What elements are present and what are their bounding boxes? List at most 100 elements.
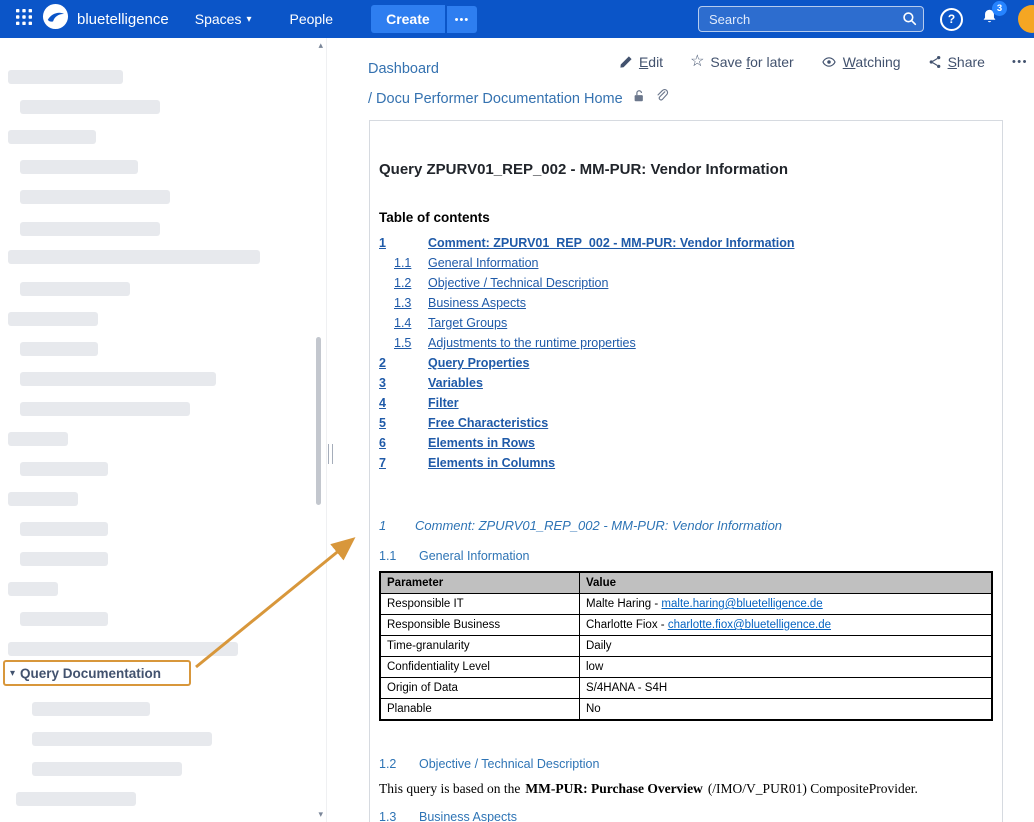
watching-label: Watching [843,54,901,70]
create-button[interactable]: Create [371,5,445,33]
toc-number-link[interactable]: 5 [379,416,428,430]
toc-link[interactable]: Business Aspects [428,296,526,310]
email-link[interactable]: malte.haring@bluetelligence.de [661,598,822,610]
toc-entry: 1.5Adjustments to the runtime properties [379,333,993,353]
section-heading-1: 1 Comment: ZPURV01_REP_002 - MM-PUR: Ven… [379,518,993,533]
sidebar-skeleton-item [8,432,68,446]
more-actions-button[interactable]: ••• [1012,56,1028,68]
value-cell: Charlotte Fiox - charlotte.fiox@bluetell… [580,615,993,636]
toc-entry: 7Elements in Columns [379,453,993,473]
toc-number-link[interactable]: 2 [379,356,428,370]
sidebar-skeleton-item [20,522,108,536]
table-row: Responsible IT Malte Haring - malte.hari… [380,594,992,615]
toc-link[interactable]: Comment: ZPURV01_REP_002 - MM-PUR: Vendo… [428,236,795,250]
breadcrumb-dashboard-link[interactable]: Dashboard [368,61,439,77]
toc-number-link[interactable]: 1.4 [379,316,428,330]
permissions-lock-icon[interactable] [632,84,646,114]
toc-entry: 1.3Business Aspects [379,293,993,313]
attachments-paperclip-icon[interactable] [655,84,669,114]
toc-number-link[interactable]: 6 [379,436,428,450]
toc-link[interactable]: Target Groups [428,316,507,330]
email-link[interactable]: charlotte.fiox@bluetelligence.de [668,619,831,631]
create-more-button[interactable]: ••• [447,6,478,33]
nav-spaces-label: Spaces [195,11,242,27]
sidebar-scrollbar-thumb[interactable] [316,337,321,505]
notifications-bell-icon[interactable]: 3 [981,8,998,30]
sidebar-resize-handle[interactable] [328,444,333,464]
toc-entry: 5Free Characteristics [379,413,993,433]
section-number: 1.1 [379,549,419,563]
toc-entry: 2Query Properties [379,353,993,373]
toc-link[interactable]: Filter [428,396,459,410]
nav-spaces[interactable]: Spaces ▾ [195,11,252,27]
search-input[interactable] [698,6,924,32]
section-number: 1.2 [379,757,419,771]
sidebar-scroll-down-icon[interactable]: ▾ [318,810,323,819]
help-icon[interactable]: ? [940,8,963,31]
sidebar-scroll-up-icon[interactable]: ▴ [318,41,323,50]
column-header: Value [580,572,993,594]
search-icon[interactable] [902,11,917,31]
table-row: Confidentiality Level low [380,657,992,678]
breadcrumb-page-link[interactable]: / Docu Performer Documentation Home [368,84,623,114]
sidebar-skeleton-item [20,342,98,356]
section-title: Comment: ZPURV01_REP_002 - MM-PUR: Vendo… [415,518,782,533]
param-cell: Planable [380,699,580,721]
toc-number-link[interactable]: 1.5 [379,336,428,350]
chevron-down-icon: ▾ [246,14,251,25]
user-avatar[interactable] [1018,5,1034,33]
toc-number-link[interactable]: 4 [379,396,428,410]
toc-link[interactable]: Variables [428,376,483,390]
toc-link[interactable]: Free Characteristics [428,416,548,430]
toc-link[interactable]: Objective / Technical Description [428,276,608,290]
sidebar-skeleton-item [8,130,96,144]
toc-number-link[interactable]: 3 [379,376,428,390]
toc-link[interactable]: Query Properties [428,356,529,370]
toc-link[interactable]: General Information [428,256,538,270]
table-of-contents: 1Comment: ZPURV01_REP_002 - MM-PUR: Vend… [379,233,993,473]
toc-link[interactable]: Elements in Rows [428,436,535,450]
edit-label: Edit [639,54,663,70]
section-title: General Information [419,549,529,563]
value-cell: Malte Haring - malte.haring@bluetelligen… [580,594,993,615]
sidebar-item-query-documentation[interactable]: ▾ Query Documentation [3,660,191,686]
toc-link[interactable]: Elements in Columns [428,456,555,470]
toc-number-link[interactable]: 7 [379,456,428,470]
pencil-icon [619,55,633,69]
app-switcher-icon[interactable] [16,9,32,30]
edit-button[interactable]: Edit [619,54,663,70]
sidebar-skeleton-item [16,792,136,806]
share-label: Share [948,54,985,70]
sidebar-skeleton-item [8,492,78,506]
section-number: 1 [379,518,415,533]
value-text: Charlotte Fiox - [586,619,668,631]
toc-number-link[interactable]: 1.3 [379,296,428,310]
value-text: Malte Haring - [586,598,661,610]
toc-number-link[interactable]: 1.1 [379,256,428,270]
toc-link[interactable]: Adjustments to the runtime properties [428,336,636,350]
save-for-later-button[interactable]: ☆ Save for later [690,54,794,70]
table-row: Origin of Data S/4HANA - S4H [380,678,992,699]
chevron-down-icon: ▾ [10,668,15,679]
toc-number-link[interactable]: 1.2 [379,276,428,290]
sidebar-item-label: Query Documentation [20,666,161,681]
share-button[interactable]: Share [928,54,985,70]
table-row: Time-granularity Daily [380,636,992,657]
eye-icon [821,55,837,69]
paragraph-bold-text: MM-PUR: Purchase Overview [525,781,702,796]
bluetelligence-logo-icon[interactable] [42,3,69,35]
nav-people[interactable]: People [289,11,333,27]
watching-button[interactable]: Watching [821,54,901,70]
section-title: Business Aspects [419,810,517,822]
section-number: 1.3 [379,810,419,822]
toc-entry: 6Elements in Rows [379,433,993,453]
toc-entry: 1.2Objective / Technical Description [379,273,993,293]
toc-number-link[interactable]: 1 [379,236,428,250]
section-heading-1-3: 1.3 Business Aspects [379,810,993,822]
brand-name[interactable]: bluetelligence [77,11,169,28]
sidebar-skeleton-item [20,222,160,236]
sidebar-skeleton-item [20,160,138,174]
table-row: Planable No [380,699,992,721]
top-navigation-bar: bluetelligence Spaces ▾ People Create ••… [0,0,1034,38]
value-cell: low [580,657,993,678]
